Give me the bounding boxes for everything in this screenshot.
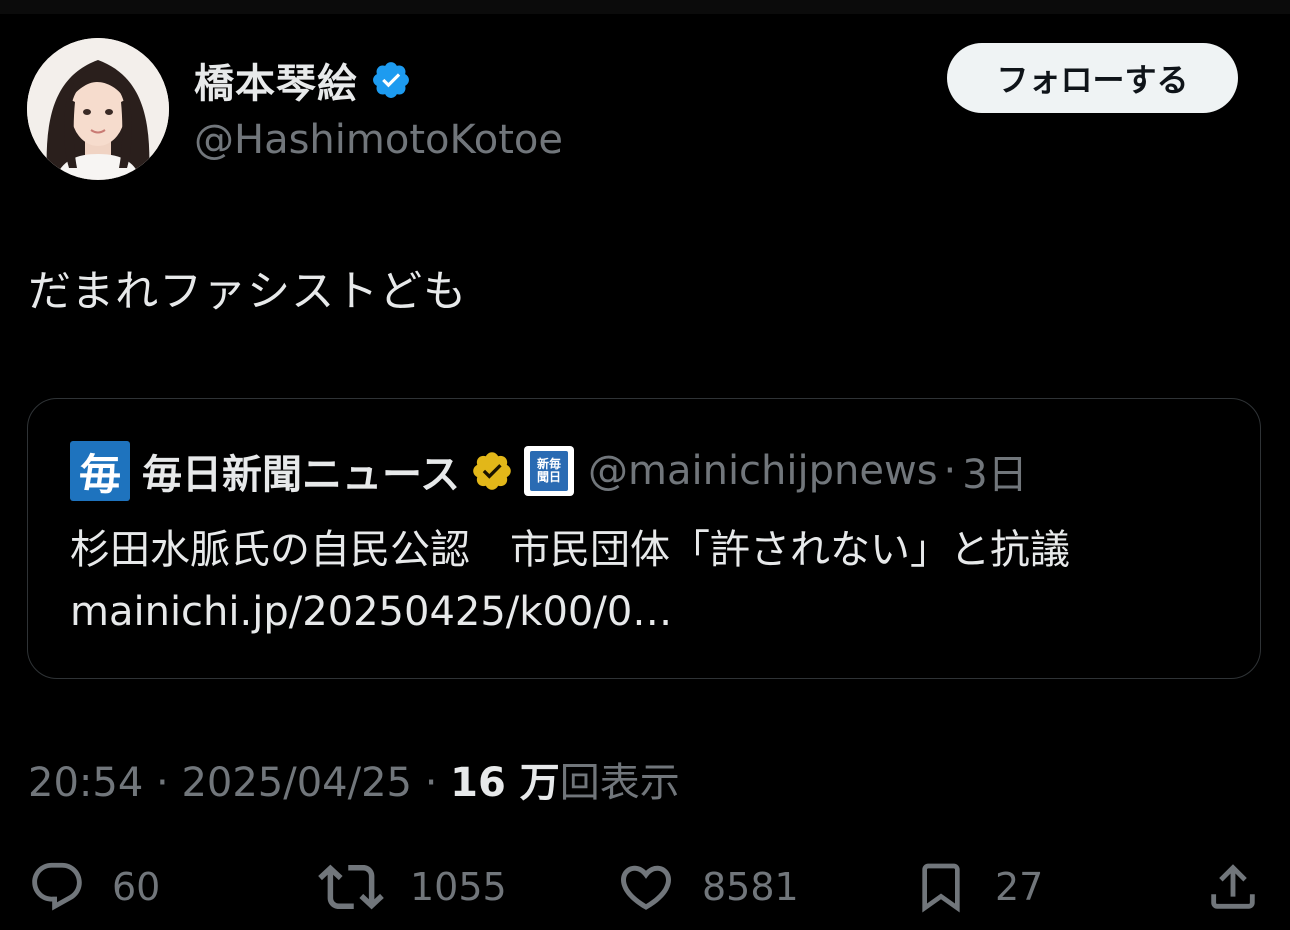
follow-button[interactable]: フォローする bbox=[947, 43, 1238, 113]
meta-separator-1: · bbox=[143, 760, 182, 806]
views-count: 16 万 bbox=[450, 760, 560, 806]
repost-icon bbox=[318, 864, 384, 910]
quote-separator: · bbox=[943, 448, 957, 494]
quoted-tweet-card[interactable]: 毎 毎日新聞ニュース 新毎 聞日 @mainichijpnews · 3日 杉田… bbox=[27, 398, 1261, 679]
display-name[interactable]: 橋本琴絵 bbox=[194, 51, 358, 109]
affiliate-badge-icon: 新毎 聞日 bbox=[524, 446, 574, 496]
heart-icon bbox=[620, 865, 672, 910]
quote-header: 毎 毎日新聞ニュース 新毎 聞日 @mainichijpnews · 3日 bbox=[70, 441, 1028, 501]
tweet-text: だまれファシストども bbox=[28, 267, 468, 317]
bookmark-count: 27 bbox=[995, 865, 1044, 909]
share-icon bbox=[1211, 864, 1255, 909]
quote-avatar[interactable]: 毎 bbox=[70, 441, 130, 501]
bookmark-icon bbox=[922, 863, 960, 913]
quote-timestamp[interactable]: 3日 bbox=[962, 442, 1027, 500]
avatar[interactable] bbox=[27, 38, 169, 180]
quote-display-name[interactable]: 毎日新聞ニュース bbox=[142, 442, 460, 500]
share-button[interactable] bbox=[1204, 855, 1262, 919]
like-button[interactable]: 8581 bbox=[616, 855, 799, 919]
gold-verified-badge-icon bbox=[473, 452, 511, 490]
reply-icon bbox=[32, 862, 82, 911]
quote-headline: 杉田水脈氏の自民公認 市民団体「許されない」と抗議 bbox=[70, 527, 1070, 573]
display-name-row[interactable]: 橋本琴絵 bbox=[194, 50, 412, 110]
top-strip bbox=[0, 0, 1290, 14]
views-label: 回表示 bbox=[559, 760, 680, 806]
affiliate-line-2: 聞日 bbox=[536, 470, 561, 484]
bookmark-button[interactable]: 27 bbox=[913, 855, 1043, 919]
tweet-time[interactable]: 20:54 bbox=[28, 760, 143, 806]
author-handle[interactable]: @HashimotoKotoe bbox=[194, 112, 563, 168]
reply-button[interactable]: 60 bbox=[28, 855, 160, 919]
tweet-date[interactable]: 2025/04/25 bbox=[181, 760, 412, 806]
repost-button[interactable]: 1055 bbox=[318, 855, 507, 919]
blue-verified-badge-icon bbox=[373, 62, 409, 98]
meta-separator-2: · bbox=[411, 760, 451, 806]
profile-photo-icon bbox=[27, 38, 169, 180]
like-count: 8581 bbox=[702, 865, 799, 909]
repost-count: 1055 bbox=[410, 865, 507, 909]
quote-body: 杉田水脈氏の自民公認 市民団体「許されない」と抗議 mainichi.jp/20… bbox=[70, 519, 1070, 643]
tweet-meta: 20:54 · 2025/04/25 · 16 万回表示 bbox=[28, 755, 680, 811]
quote-link[interactable]: mainichi.jp/20250425/k00/0… bbox=[70, 581, 1070, 643]
quote-handle[interactable]: @mainichijpnews bbox=[588, 448, 938, 494]
reply-count: 60 bbox=[112, 865, 161, 909]
